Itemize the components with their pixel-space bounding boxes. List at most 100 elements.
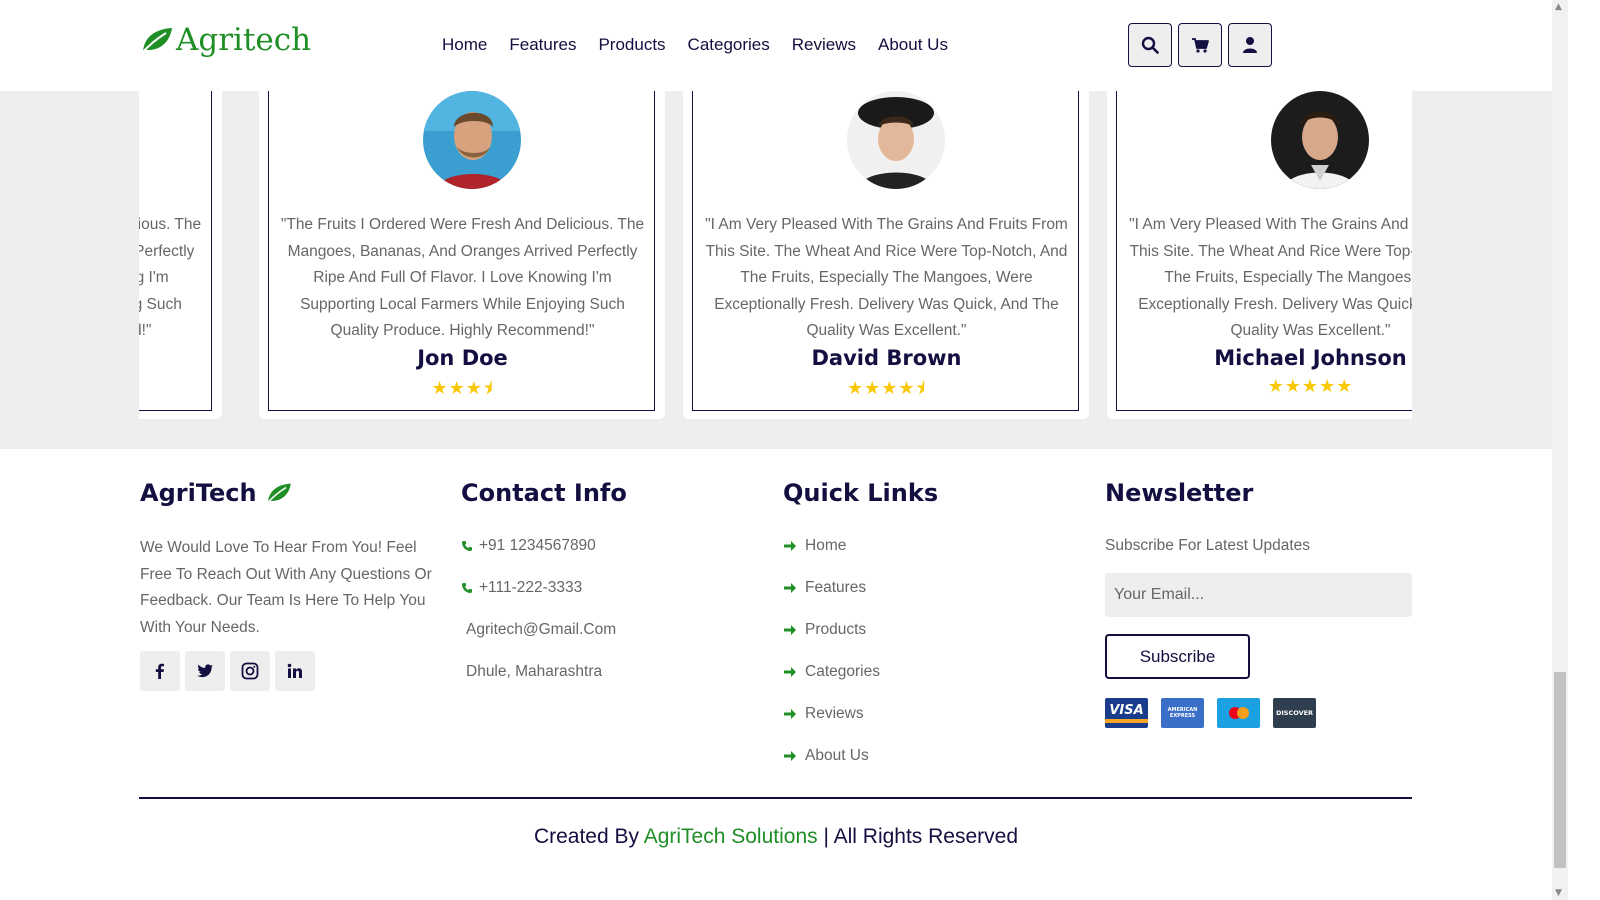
contact-phone-2[interactable]: +111-222-3333 <box>461 567 627 609</box>
mastercard-circle-orange <box>1236 707 1249 719</box>
nav-home[interactable]: Home <box>442 35 487 55</box>
star-icon: ★ <box>465 378 483 399</box>
reviewer-name: Michael Johnson <box>1214 346 1407 370</box>
star-icon: ★ <box>881 378 899 399</box>
contact-email-text: Agritech@Gmail.Com <box>466 621 617 638</box>
amex-card-icon: AMERICAN EXPRESS <box>1161 698 1204 728</box>
twitter-icon <box>197 664 213 678</box>
nav-about-us[interactable]: About Us <box>878 35 948 55</box>
review-quote: "I Am Very Pleased With The Grains And F… <box>1129 216 1412 339</box>
leaf-icon <box>141 28 172 54</box>
twitter-link[interactable] <box>185 651 225 691</box>
cart-button[interactable] <box>1178 23 1222 67</box>
page-scrollbar[interactable]: ▲ ▼ <box>1552 0 1568 900</box>
star-icon: ★ <box>448 378 466 399</box>
facebook-link[interactable] <box>140 651 180 691</box>
rating-stars: ★★★⯨ <box>269 376 656 406</box>
contact-email[interactable]: Agritech@Gmail.Com <box>461 609 627 651</box>
discover-card-icon: DISCOVER <box>1273 698 1316 728</box>
review-card: "I Am Very Pleased With The Grains And F… <box>683 91 1089 419</box>
nav-features[interactable]: Features <box>509 35 576 55</box>
quick-link-home[interactable]: Home <box>783 525 938 567</box>
review-quote: "I Am Very Pleased With The Grains And F… <box>705 216 1068 339</box>
star-half-icon: ⯨ <box>915 378 927 399</box>
reviewer-avatar <box>423 91 521 189</box>
reviews-slider[interactable]: "The Fruits I Ordered Were Fresh And Del… <box>139 91 1412 420</box>
quick-link-label: Products <box>805 621 867 638</box>
footer-contact: Contact Info +91 1234567890 +111-222-333… <box>461 479 627 693</box>
footer-brand: AgriTech We Would Love To Hear From You!… <box>140 479 440 691</box>
rating-stars: ★★★★★ <box>1117 376 1412 397</box>
newsletter-email-input[interactable] <box>1105 573 1412 617</box>
social-links <box>140 651 440 691</box>
search-button[interactable] <box>1128 23 1172 67</box>
arrow-right-icon <box>784 709 796 719</box>
reviewer-name: David Brown <box>811 346 962 370</box>
subscribe-button[interactable]: Subscribe <box>1105 634 1250 679</box>
instagram-link[interactable] <box>230 651 270 691</box>
amex-card-label: AMERICAN EXPRESS <box>1167 707 1198 719</box>
payment-cards: VISA AMERICAN EXPRESS DISCOVER <box>1105 698 1412 728</box>
footer-about-text: We Would Love To Hear From You! Feel Fre… <box>140 539 432 636</box>
reviewer-avatar <box>1271 91 1369 189</box>
arrow-right-icon <box>784 667 796 677</box>
arrow-right-icon <box>784 751 796 761</box>
footer-newsletter: Newsletter Subscribe For Latest Updates … <box>1105 479 1412 728</box>
review-quote: "The Fruits I Ordered Were Fresh And Del… <box>139 216 202 339</box>
quick-link-label: Categories <box>805 663 880 680</box>
scroll-down-arrow-icon[interactable]: ▼ <box>1555 888 1562 898</box>
footer-quick-links: Quick Links Home Features Products Categ… <box>783 479 938 777</box>
quick-link-products[interactable]: Products <box>783 609 938 651</box>
contact-address-text: Dhule, Maharashtra <box>466 663 603 680</box>
phone-icon <box>462 541 472 551</box>
quick-link-label: Reviews <box>805 705 864 722</box>
review-card-inner: "The Fruits I Ordered Were Fresh And Del… <box>139 91 212 411</box>
linkedin-link[interactable] <box>275 651 315 691</box>
scroll-up-arrow-icon[interactable]: ▲ <box>1555 2 1562 12</box>
review-card-inner: "I Am Very Pleased With The Grains And F… <box>692 91 1079 411</box>
star-icon: ★ <box>1284 376 1302 397</box>
header: Agritech Home Features Products Categori… <box>0 0 1552 91</box>
discover-card-label: DISCOVER <box>1275 709 1314 717</box>
footer-brand-title: AgriTech <box>140 479 440 507</box>
reviewer-name: Jon Doe <box>417 346 508 370</box>
search-icon <box>1141 36 1159 54</box>
credit-brand[interactable]: AgriTech Solutions <box>644 825 818 848</box>
user-button[interactable] <box>1228 23 1272 67</box>
contact-phone-1-text: +91 1234567890 <box>479 537 596 554</box>
nav-products[interactable]: Products <box>598 35 665 55</box>
quick-link-categories[interactable]: Categories <box>783 651 938 693</box>
main-nav: Home Features Products Categories Review… <box>442 35 970 55</box>
logo[interactable]: Agritech <box>140 22 311 58</box>
nav-reviews[interactable]: Reviews <box>792 35 856 55</box>
reviews-section: "The Fruits I Ordered Were Fresh And Del… <box>0 91 1552 449</box>
cart-icon <box>1192 38 1209 53</box>
star-icon: ★ <box>1336 376 1354 397</box>
contact-phone-2-text: +111-222-3333 <box>479 579 583 596</box>
newsletter-title: Newsletter <box>1105 479 1254 507</box>
review-card-inner: "I Am Very Pleased With The Grains And F… <box>1116 91 1412 411</box>
footer: AgriTech We Would Love To Hear From You!… <box>0 449 1552 900</box>
quick-link-features[interactable]: Features <box>783 567 938 609</box>
scrollbar-thumb[interactable] <box>1554 672 1566 868</box>
review-card: "I Am Very Pleased With The Grains And F… <box>1107 91 1412 419</box>
star-icon: ★ <box>1301 376 1320 397</box>
leaf-icon <box>266 483 291 504</box>
arrow-right-icon <box>784 625 796 635</box>
quick-link-about-us[interactable]: About Us <box>783 735 938 777</box>
newsletter-subtitle: Subscribe For Latest Updates <box>1105 537 1311 554</box>
star-icon: ★ <box>846 378 865 399</box>
contact-phone-1[interactable]: +91 1234567890 <box>461 525 627 567</box>
visa-card-icon: VISA <box>1105 698 1148 728</box>
star-half-icon: ⯨ <box>482 378 494 399</box>
mastercard-card-icon <box>1217 698 1260 728</box>
nav-categories[interactable]: Categories <box>688 35 770 55</box>
reviewer-avatar <box>847 91 945 189</box>
rating-stars: ★★★★⯨ <box>693 376 1080 406</box>
footer-brand-text: AgriTech <box>140 479 257 507</box>
review-card: "The Fruits I Ordered Were Fresh And Del… <box>259 91 665 419</box>
quick-link-label: About Us <box>805 747 869 764</box>
contact-address: Dhule, Maharashtra <box>461 651 627 693</box>
quick-link-reviews[interactable]: Reviews <box>783 693 938 735</box>
star-icon: ★ <box>431 378 449 399</box>
